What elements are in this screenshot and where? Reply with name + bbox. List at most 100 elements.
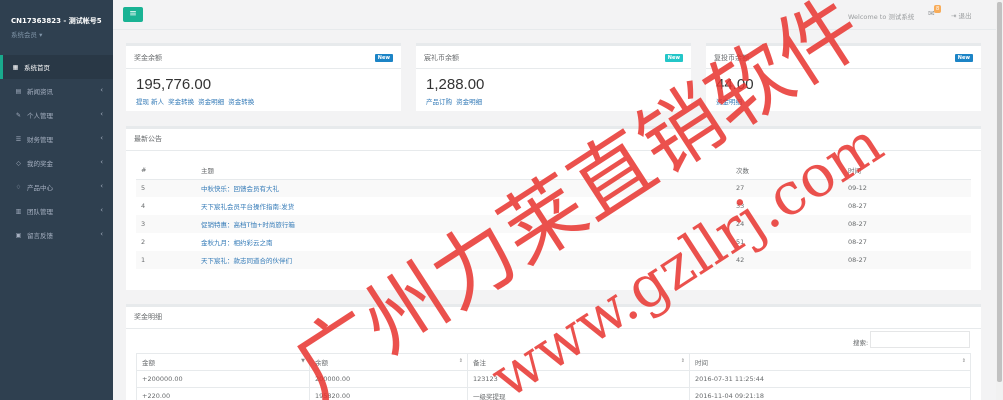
sidebar-item-label: 团队管理	[27, 208, 53, 216]
row-count: 24	[731, 215, 843, 233]
welcome-text: Welcome to 测试系统	[848, 13, 915, 21]
logout-label: 退出	[958, 12, 972, 20]
sidebar-item-finance[interactable]: ☰ 财务管理 ‹	[0, 127, 113, 151]
link-withdraw[interactable]: 提现	[136, 98, 149, 106]
sidebar-item-label: 新闻资讯	[27, 88, 53, 96]
search-label: 搜索:	[853, 339, 869, 347]
col-header-balance[interactable]: 余额 ⇕	[309, 353, 468, 371]
link-bonus-convert[interactable]: 奖金转换	[168, 98, 194, 106]
chevron-left-icon: ‹	[100, 230, 103, 238]
cell-time: 2016-11-04 09:21:18	[689, 387, 971, 400]
news-icon: ▤	[15, 87, 22, 95]
sidebar-item-team[interactable]: ▥ 团队管理 ‹	[0, 199, 113, 223]
chevron-left-icon: ‹	[100, 86, 103, 94]
chevron-left-icon: ‹	[100, 206, 103, 214]
sort-icon: ⇕	[458, 358, 463, 364]
col-header-number: #	[136, 161, 196, 180]
logout-link[interactable]: ⇥ 退出	[951, 10, 972, 20]
sort-icon: ⇕	[680, 358, 685, 364]
link-fund-details[interactable]: 资金明细	[198, 98, 224, 106]
bonus-details-panel: 奖金明细 搜索: 金额 ▼ 余额 ⇕ 备注 ⇕ 时间 ⇕ +200000.00 2000…	[126, 304, 981, 400]
row-date: 08-27	[848, 202, 867, 210]
bank-icon: ▥	[15, 207, 22, 215]
col-header-time: 时间	[843, 161, 971, 180]
stat-title: 复投币余额	[714, 54, 749, 62]
link-fund-convert[interactable]: 资金转换	[228, 98, 254, 106]
row-number: 5	[136, 179, 196, 197]
col-header-subject: 主题	[196, 161, 731, 180]
row-date: 08-27	[843, 215, 971, 233]
panel-title: 最新公告	[126, 129, 981, 151]
link-product-order[interactable]: 产品订购	[426, 98, 452, 106]
profile-block[interactable]: CN17363823 - 测试帐号5 系统会员 ▾	[0, 0, 113, 55]
stat-links: 产品订购 资金明细	[426, 96, 484, 106]
edit-icon: ✎	[15, 111, 22, 119]
table-row: +200000.00 200000.00 123123 2016-07-31 1…	[136, 370, 971, 388]
row-count: 42	[731, 251, 843, 269]
chevron-left-icon: ‹	[100, 134, 103, 142]
row-count: 51	[736, 238, 745, 246]
sidebar-item-personal[interactable]: ✎ 个人管理 ‹	[0, 103, 113, 127]
stat-box-chenli-coin: 宸礼币余额 New 1,288.00 产品订购 资金明细	[416, 43, 691, 111]
col-header-count: 次数	[731, 161, 843, 180]
new-badge: New	[374, 54, 393, 62]
scrollbar-thumb[interactable]	[997, 2, 1002, 382]
chevron-left-icon: ‹	[100, 182, 103, 190]
announcement-link[interactable]: 天下宸礼会员平台操作指南:发货	[196, 197, 731, 215]
divider	[706, 68, 981, 69]
chevron-left-icon: ‹	[100, 158, 103, 166]
sidebar-item-label: 产品中心	[27, 184, 53, 192]
announcement-link[interactable]: 促销特惠：高档T恤+时尚旅行箱	[196, 215, 731, 233]
cell-balance: 195820.00	[309, 387, 468, 400]
sidebar-item-label: 财务管理	[27, 136, 53, 144]
new-badge: New	[664, 54, 683, 62]
announcement-link[interactable]: 金秋九月：相约彩云之南	[196, 233, 731, 251]
account-role[interactable]: 系统会员 ▾	[11, 29, 103, 39]
link-fund-details[interactable]: 资金明细	[716, 98, 742, 106]
top-navbar: ≡ Welcome to 测试系统 ✉ 8 ⇥ 退出	[113, 0, 1003, 30]
stat-value: 1,288.00	[426, 76, 485, 93]
stat-title: 奖金余额	[134, 54, 162, 62]
stat-value: 44.00	[716, 76, 754, 93]
table-row: 1 天下宸礼：款志同道合的伙伴们 42 08-27	[136, 251, 971, 269]
row-count: 33	[736, 202, 745, 210]
search-input[interactable]	[870, 331, 970, 348]
stat-links: 提现 新人 奖金转换 资金明细 资金转换	[136, 96, 256, 106]
sidebar-item-news[interactable]: ▤ 新闻资讯 ‹	[0, 79, 113, 103]
col-header-note[interactable]: 备注 ⇕	[467, 353, 690, 371]
divider	[126, 68, 401, 69]
cell-note: 123123	[467, 370, 690, 388]
row-number: 2	[141, 238, 146, 246]
sidebar-item-label: 留言反馈	[27, 232, 53, 240]
mail-count-badge[interactable]: 8	[934, 5, 942, 13]
table-header-row: 金额 ▼ 余额 ⇕ 备注 ⇕ 时间 ⇕	[136, 353, 971, 371]
row-number: 3	[136, 215, 196, 233]
cell-balance: 200000.00	[309, 370, 468, 388]
table-header-row: # 主题 次数 时间	[136, 161, 971, 180]
cell-amount: +220.00	[136, 387, 310, 400]
panel-title: 奖金明细	[126, 307, 981, 329]
sidebar-item-products[interactable]: ♢ 产品中心 ‹	[0, 175, 113, 199]
link-newcomer[interactable]: 新人	[151, 98, 164, 106]
table-row: 5 中秋快乐：回馈会员有大礼 27 09-12	[136, 179, 971, 197]
announcement-link[interactable]: 中秋快乐：回馈会员有大礼	[196, 179, 731, 197]
account-name[interactable]: CN17363823 - 测试帐号5	[11, 16, 103, 26]
stat-links: 资金明细	[716, 96, 744, 106]
table-row: 4 天下宸礼会员平台操作指南:发货 33 08-27	[136, 197, 971, 215]
stat-box-bonus: 奖金余额 New 195,776.00 提现 新人 奖金转换 资金明细 资金转换	[126, 43, 401, 111]
row-date: 08-27	[848, 238, 867, 246]
table-row: +220.00 195820.00 一级奖提现 2016-11-04 09:21…	[136, 387, 971, 400]
sidebar-item-bonus[interactable]: ◇ 我的奖金 ‹	[0, 151, 113, 175]
sidebar-item-label: 个人管理	[27, 112, 53, 120]
sidebar-item-home[interactable]: ▦ 系统首页	[0, 55, 113, 79]
finance-icon: ☰	[15, 135, 22, 143]
cell-note: 一级奖提现	[467, 387, 690, 400]
col-header-amount[interactable]: 金额 ▼	[136, 353, 310, 371]
announcement-link[interactable]: 天下宸礼：款志同道合的伙伴们	[196, 251, 731, 269]
col-header-time[interactable]: 时间 ⇕	[689, 353, 971, 371]
menu-toggle-button[interactable]: ≡	[123, 7, 143, 22]
sidebar-item-label: 系统首页	[24, 64, 50, 72]
link-fund-details[interactable]: 资金明细	[456, 98, 482, 106]
sidebar-item-feedback[interactable]: ▣ 留言反馈 ‹	[0, 223, 113, 247]
announcements-table: # 主题 次数 时间 5 中秋快乐：回馈会员有大礼 27 09-12 4 天下宸…	[136, 161, 971, 269]
